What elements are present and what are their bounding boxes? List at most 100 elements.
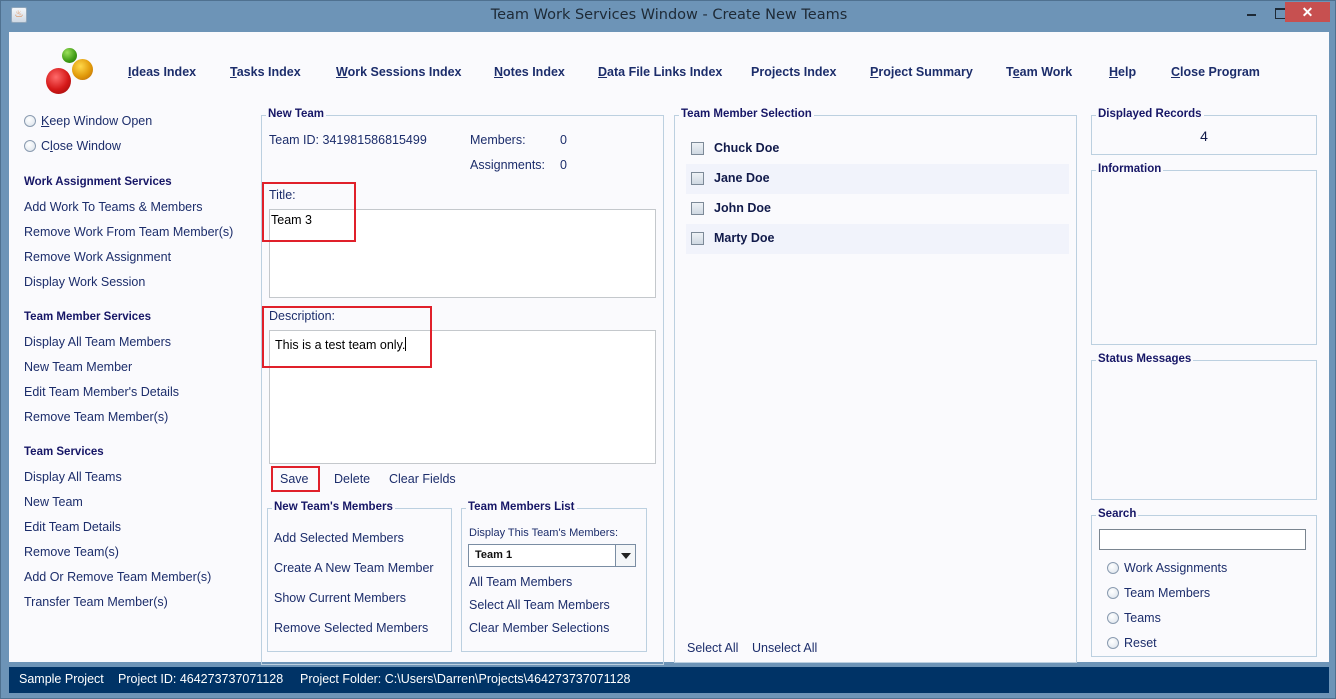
- search-option-label: Team Members: [1124, 586, 1211, 600]
- sidebar-item-display-work-session[interactable]: Display Work Session: [24, 275, 145, 289]
- logo-red-ball: [46, 68, 71, 94]
- members-label: Members:: [470, 133, 526, 147]
- displayed-records-count: 4: [1200, 128, 1208, 144]
- checkbox-icon[interactable]: [691, 202, 704, 215]
- search-option-teams[interactable]: Teams: [1107, 611, 1161, 625]
- team-select-dropdown[interactable]: Team 1: [468, 544, 636, 567]
- sidebar-item-add-work[interactable]: Add Work To Teams & Members: [24, 200, 203, 214]
- keep-window-open-radio[interactable]: Keep Window Open: [24, 114, 152, 128]
- checkbox-icon[interactable]: [691, 172, 704, 185]
- title-bar[interactable]: ♨ Team Work Services Window - Create New…: [1, 1, 1336, 32]
- search-option-reset[interactable]: Reset: [1107, 636, 1157, 650]
- search-option-label: Reset: [1124, 636, 1157, 650]
- nav-close-program[interactable]: Close Program: [1171, 65, 1260, 79]
- search-input[interactable]: [1099, 529, 1306, 550]
- section-heading-work-assignment: Work Assignment Services: [24, 176, 172, 188]
- show-current-members-button[interactable]: Show Current Members: [274, 591, 406, 605]
- description-label: Description:: [269, 309, 335, 323]
- radio-icon[interactable]: [24, 115, 36, 127]
- nav-help[interactable]: Help: [1109, 65, 1136, 79]
- all-team-members-button[interactable]: All Team Members: [469, 575, 572, 589]
- sidebar-item-remove-work-from-member[interactable]: Remove Work From Team Member(s): [24, 225, 233, 239]
- member-row[interactable]: Chuck Doe: [686, 134, 1069, 164]
- display-team-members-label: Display This Team's Members:: [469, 527, 619, 539]
- mnemonic: D: [598, 65, 608, 79]
- radio-icon[interactable]: [1107, 587, 1119, 599]
- member-selection-title: Team Member Selection: [679, 108, 814, 120]
- clear-fields-button[interactable]: Clear Fields: [389, 472, 456, 486]
- window-title: Team Work Services Window - Create New T…: [490, 7, 848, 23]
- client-area: Ideas Index Tasks Index Work Sessions In…: [9, 32, 1329, 665]
- radio-icon[interactable]: [1107, 612, 1119, 624]
- assignments-count: 0: [560, 158, 567, 172]
- member-name: John Doe: [714, 201, 771, 215]
- nav-tasks-index[interactable]: Tasks Index: [230, 65, 301, 79]
- nav-team-work[interactable]: Team Work: [1006, 65, 1072, 79]
- unselect-all-button[interactable]: Unselect All: [752, 641, 817, 655]
- sidebar-item-remove-work-assignment[interactable]: Remove Work Assignment: [24, 250, 171, 264]
- sidebar-item-remove-member[interactable]: Remove Team Member(s): [24, 410, 168, 424]
- title-input[interactable]: Team 3: [269, 209, 656, 298]
- mnemonic: l: [50, 139, 53, 153]
- mnemonic: C: [1171, 65, 1181, 79]
- nav-project-summary[interactable]: Project Summary: [870, 65, 973, 79]
- mnemonic: I: [128, 65, 132, 79]
- checkbox-icon[interactable]: [691, 142, 704, 155]
- member-name: Chuck Doe: [714, 141, 780, 155]
- information-group: Information: [1091, 163, 1317, 345]
- radio-icon[interactable]: [24, 140, 36, 152]
- mnemonic: N: [494, 65, 504, 79]
- nav-notes-index[interactable]: Notes Index: [494, 65, 565, 79]
- sidebar-item-remove-team[interactable]: Remove Team(s): [24, 545, 119, 559]
- nav-work-sessions-index[interactable]: Work Sessions Index: [336, 65, 462, 79]
- search-option-work-assignments[interactable]: Work Assignments: [1107, 561, 1227, 575]
- close-button[interactable]: ✕: [1285, 2, 1330, 22]
- sidebar-item-new-team[interactable]: New Team: [24, 495, 83, 509]
- close-window-radio[interactable]: Close Window: [24, 139, 121, 153]
- delete-button[interactable]: Delete: [334, 472, 370, 486]
- checkbox-icon[interactable]: [691, 232, 704, 245]
- status-bar: Sample Project Project ID: 4642737370711…: [9, 667, 1329, 693]
- sidebar-item-transfer-member[interactable]: Transfer Team Member(s): [24, 595, 168, 609]
- select-all-button[interactable]: Select All: [687, 641, 738, 655]
- sidebar-item-edit-team[interactable]: Edit Team Details: [24, 520, 121, 534]
- search-option-team-members[interactable]: Team Members: [1107, 586, 1210, 600]
- radio-icon[interactable]: [1107, 562, 1119, 574]
- team-select-value: Team 1: [475, 549, 513, 561]
- search-option-label: Teams: [1124, 611, 1161, 625]
- team-id-value: 341981586815499: [322, 133, 427, 147]
- nav-projects-index[interactable]: Projects Index: [751, 65, 836, 79]
- new-team-group-title: New Team: [266, 108, 327, 120]
- sidebar-item-display-all-members[interactable]: Display All Team Members: [24, 335, 171, 349]
- select-all-team-members-button[interactable]: Select All Team Members: [469, 598, 610, 612]
- save-button[interactable]: Save: [280, 472, 309, 486]
- mnemonic: H: [1109, 65, 1119, 79]
- nav-data-file-links-index[interactable]: Data File Links Index: [598, 65, 722, 79]
- mnemonic: T: [230, 65, 237, 79]
- search-option-label: Work Assignments: [1124, 561, 1228, 575]
- member-row[interactable]: John Doe: [686, 194, 1069, 224]
- team-id-caption: Team ID:: [269, 133, 320, 147]
- team-members-list-title: Team Members List: [466, 501, 577, 513]
- sidebar-item-add-remove-member[interactable]: Add Or Remove Team Member(s): [24, 570, 211, 584]
- minimize-button[interactable]: [1237, 2, 1267, 22]
- mnemonic: e: [1012, 65, 1020, 79]
- sidebar-item-new-member[interactable]: New Team Member: [24, 360, 132, 374]
- clear-member-selections-button[interactable]: Clear Member Selections: [469, 621, 609, 635]
- chevron-down-icon[interactable]: [615, 545, 635, 566]
- sidebar-item-display-all-teams[interactable]: Display All Teams: [24, 470, 122, 484]
- remove-selected-members-button[interactable]: Remove Selected Members: [274, 621, 428, 635]
- sidebar-item-edit-member[interactable]: Edit Team Member's Details: [24, 385, 179, 399]
- section-heading-team-member: Team Member Services: [24, 311, 151, 323]
- section-heading-team: Team Services: [24, 446, 104, 458]
- radio-icon[interactable]: [1107, 637, 1119, 649]
- create-new-member-button[interactable]: Create A New Team Member: [274, 561, 434, 575]
- status-messages-title: Status Messages: [1096, 353, 1194, 365]
- add-selected-members-button[interactable]: Add Selected Members: [274, 531, 404, 545]
- member-row[interactable]: Marty Doe: [686, 224, 1069, 254]
- description-input[interactable]: This is a test team only.: [269, 330, 656, 464]
- app-window: ♨ Team Work Services Window - Create New…: [0, 0, 1336, 699]
- member-row[interactable]: Jane Doe: [686, 164, 1069, 194]
- new-team-members-title: New Team's Members: [272, 501, 395, 513]
- nav-ideas-index[interactable]: Ideas Index: [128, 65, 196, 79]
